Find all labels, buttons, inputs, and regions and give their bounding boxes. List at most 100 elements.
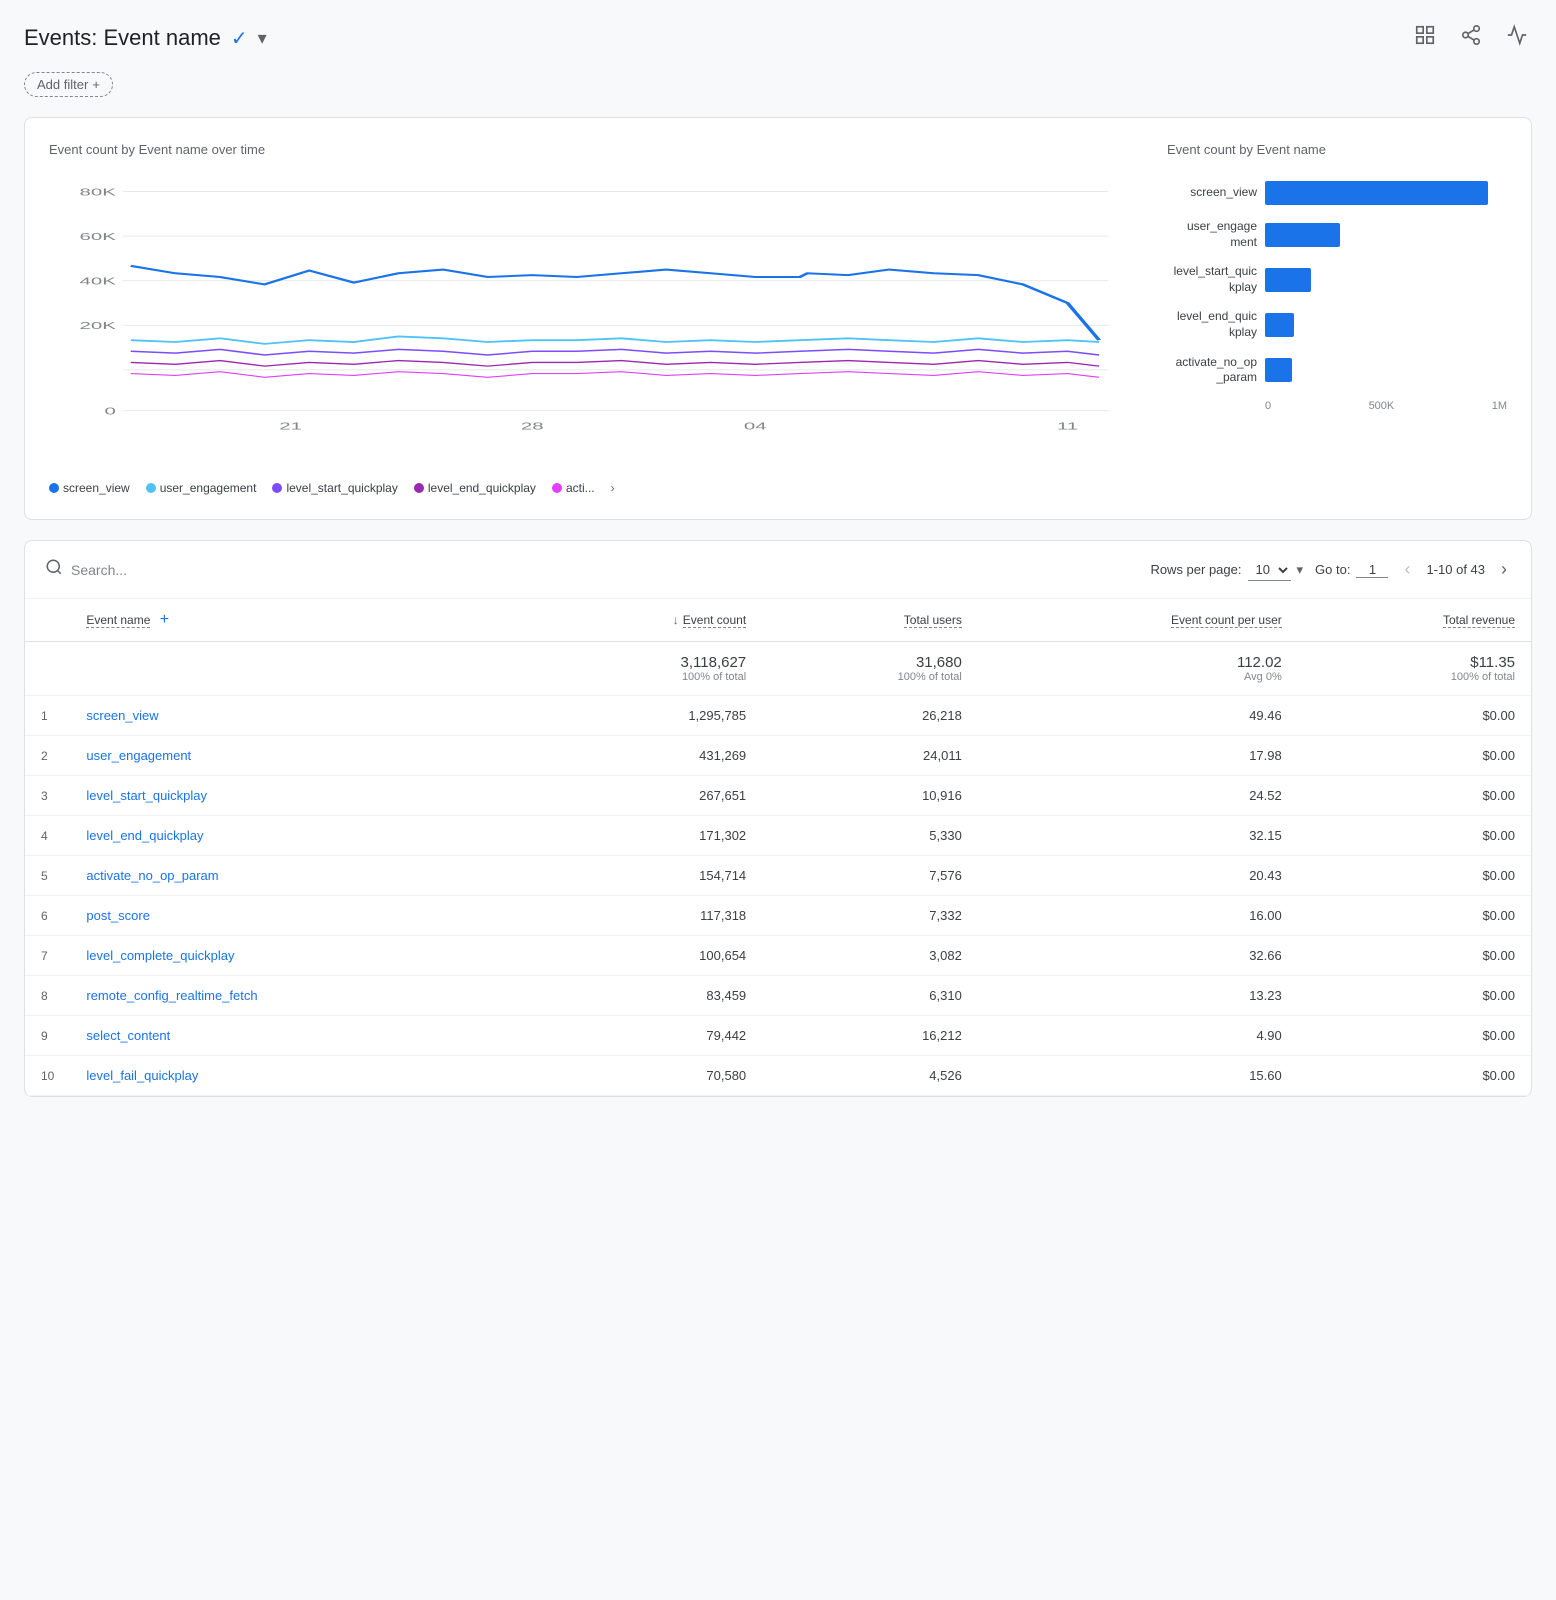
row-index: 4 <box>25 816 70 856</box>
total-users-sub: 100% of total <box>778 671 962 683</box>
row-event-name[interactable]: user_engagement <box>70 736 526 776</box>
svg-text:80K: 80K <box>80 186 117 197</box>
bar-row-level-end: level_end_quickplay <box>1167 309 1507 340</box>
bar-label-level-end: level_end_quickplay <box>1167 309 1257 340</box>
add-filter-button[interactable]: Add filter + <box>24 72 113 97</box>
row-event-count: 171,302 <box>526 816 762 856</box>
share-button[interactable] <box>1456 20 1486 56</box>
legend-item-activate[interactable]: acti... <box>552 481 595 495</box>
bar-row-activate: activate_no_op_param <box>1167 355 1507 386</box>
bar-fill-level-start <box>1265 268 1311 292</box>
total-event-count-sub: 100% of total <box>542 671 746 683</box>
row-event-count: 100,654 <box>526 936 762 976</box>
bar-label-user-engagement: user_engagement <box>1167 219 1257 250</box>
row-event-name[interactable]: level_fail_quickplay <box>70 1056 526 1096</box>
table-row: 2 user_engagement 431,269 24,011 17.98 $… <box>25 736 1531 776</box>
charts-card: Event count by Event name over time 80K … <box>24 117 1532 520</box>
row-event-count-per-user: 32.66 <box>978 936 1298 976</box>
row-total-revenue: $0.00 <box>1298 776 1531 816</box>
table-section: Rows per page: 10 25 50 ▾ Go to: ‹ 1-10 … <box>24 540 1532 1097</box>
goto-input[interactable] <box>1356 562 1388 578</box>
table-row: 9 select_content 79,442 16,212 4.90 $0.0… <box>25 1016 1531 1056</box>
bar-fill-user-engagement <box>1265 223 1340 247</box>
row-index: 6 <box>25 896 70 936</box>
add-column-button[interactable]: + <box>160 611 169 628</box>
legend-dot-screen-view <box>49 483 59 493</box>
explore-button[interactable] <box>1502 20 1532 56</box>
row-total-users: 24,011 <box>762 736 978 776</box>
row-total-revenue: $0.00 <box>1298 1056 1531 1096</box>
bar-fill-screen-view <box>1265 181 1488 205</box>
bar-fill-activate <box>1265 358 1292 382</box>
row-index: 5 <box>25 856 70 896</box>
row-total-revenue: $0.00 <box>1298 936 1531 976</box>
row-event-count-per-user: 17.98 <box>978 736 1298 776</box>
row-event-count-per-user: 32.15 <box>978 816 1298 856</box>
row-index: 8 <box>25 976 70 1016</box>
col-header-event-count-per-user[interactable]: Event count per user <box>978 599 1298 642</box>
rows-per-page-control: Rows per page: 10 25 50 ▾ <box>1150 559 1303 581</box>
legend-item-level-end[interactable]: level_end_quickplay <box>414 481 536 495</box>
row-event-count-per-user: 13.23 <box>978 976 1298 1016</box>
totals-row: 3,118,627 100% of total 31,680 100% of t… <box>25 642 1531 696</box>
page-title: Events: Event name <box>24 25 221 51</box>
goto-label: Go to: <box>1315 562 1350 577</box>
bar-row-level-start: level_start_quickplay <box>1167 264 1507 295</box>
row-total-users: 16,212 <box>762 1016 978 1056</box>
row-total-users: 26,218 <box>762 696 978 736</box>
row-event-count: 431,269 <box>526 736 762 776</box>
row-total-users: 4,526 <box>762 1056 978 1096</box>
svg-text:Jan: Jan <box>274 432 307 433</box>
legend-label-screen-view: screen_view <box>63 481 130 495</box>
legend-label-user-engagement: user_engagement <box>160 481 257 495</box>
chart-view-button[interactable] <box>1410 20 1440 56</box>
add-filter-label: Add filter <box>37 77 88 92</box>
row-event-name[interactable]: post_score <box>70 896 526 936</box>
col-header-total-revenue[interactable]: Total revenue <box>1298 599 1531 642</box>
legend-item-level-start[interactable]: level_start_quickplay <box>272 481 397 495</box>
col-header-total-users[interactable]: Total users <box>762 599 978 642</box>
row-index: 2 <box>25 736 70 776</box>
total-revenue-sub: 100% of total <box>1314 671 1515 683</box>
data-table: Event name + ↓Event count Total users Ev… <box>25 599 1531 1096</box>
legend-item-screen-view[interactable]: screen_view <box>49 481 130 495</box>
total-event-per-user-sub: Avg 0% <box>994 671 1282 683</box>
row-event-count: 79,442 <box>526 1016 762 1056</box>
row-event-name[interactable]: level_complete_quickplay <box>70 936 526 976</box>
svg-text:0: 0 <box>105 406 116 417</box>
row-event-name[interactable]: level_end_quickplay <box>70 816 526 856</box>
line-chart-title: Event count by Event name over time <box>49 142 1127 157</box>
row-index: 1 <box>25 696 70 736</box>
rows-per-page-select[interactable]: 10 25 50 <box>1248 559 1291 581</box>
bar-chart-title: Event count by Event name <box>1167 142 1507 157</box>
legend-dot-user-engagement <box>146 483 156 493</box>
svg-text:28: 28 <box>521 420 544 431</box>
table-row: 3 level_start_quickplay 267,651 10,916 2… <box>25 776 1531 816</box>
legend-label-level-end: level_end_quickplay <box>428 481 536 495</box>
table-row: 1 screen_view 1,295,785 26,218 49.46 $0.… <box>25 696 1531 736</box>
row-event-name[interactable]: screen_view <box>70 696 526 736</box>
row-event-name[interactable]: level_start_quickplay <box>70 776 526 816</box>
search-box <box>45 558 1134 581</box>
prev-page-button[interactable]: ‹ <box>1400 557 1414 582</box>
svg-text:20K: 20K <box>80 320 117 331</box>
title-dropdown-button[interactable]: ▾ <box>258 28 267 49</box>
table-row: 4 level_end_quickplay 171,302 5,330 32.1… <box>25 816 1531 856</box>
legend-more-button[interactable]: › <box>611 481 615 495</box>
row-event-count: 83,459 <box>526 976 762 1016</box>
search-input[interactable] <box>71 562 1134 578</box>
col-header-event-count[interactable]: ↓Event count <box>526 599 762 642</box>
svg-text:04: 04 <box>744 420 767 431</box>
bar-label-activate: activate_no_op_param <box>1167 355 1257 386</box>
row-index: 9 <box>25 1016 70 1056</box>
next-page-button[interactable]: › <box>1497 557 1511 582</box>
row-total-users: 6,310 <box>762 976 978 1016</box>
row-total-users: 3,082 <box>762 936 978 976</box>
total-revenue: $11.35 <box>1314 654 1515 671</box>
row-event-name[interactable]: remote_config_realtime_fetch <box>70 976 526 1016</box>
bar-row-user-engagement: user_engagement <box>1167 219 1507 250</box>
row-event-count-per-user: 15.60 <box>978 1056 1298 1096</box>
legend-item-user-engagement[interactable]: user_engagement <box>146 481 257 495</box>
row-event-name[interactable]: select_content <box>70 1016 526 1056</box>
row-event-name[interactable]: activate_no_op_param <box>70 856 526 896</box>
